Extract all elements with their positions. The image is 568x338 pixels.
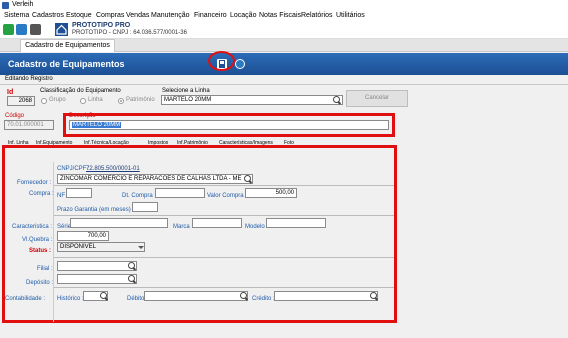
debito-field[interactable] (144, 291, 248, 301)
radio-grupo-label: Grupo (49, 97, 66, 103)
search-icon[interactable] (333, 96, 340, 103)
search-icon[interactable] (370, 292, 377, 299)
contabilidade-label: Contabilidade : (5, 296, 46, 302)
nf-field[interactable] (66, 188, 92, 198)
menu-estoque[interactable]: Estoque (66, 12, 92, 19)
codigo-field: 70.01.000001 (4, 120, 54, 130)
menu-bar: Sistema Cadastros Estoque Compras Vendas… (0, 11, 568, 21)
historico-label: Histórico : (57, 296, 84, 302)
radio-patrimonio[interactable] (118, 98, 124, 104)
radio-linha-label: Linha (88, 97, 103, 103)
tab-cadastro-equipamentos[interactable]: Cadastro de Equipamentos (20, 39, 115, 52)
window-title: Verleih (12, 1, 34, 8)
menu-manutencao[interactable]: Manutenção (151, 12, 190, 19)
menu-compras[interactable]: Compras (96, 12, 124, 19)
app-icon (2, 2, 9, 9)
deposito-label: Depósito : (26, 280, 54, 286)
caracteristica-label: Caracteristica : (12, 224, 53, 230)
search-icon[interactable] (128, 262, 135, 269)
serie-field[interactable] (70, 218, 168, 228)
skype-icon[interactable] (16, 24, 27, 35)
editing-tab-label: Editando Registro (5, 76, 53, 82)
prazo-field[interactable] (132, 202, 158, 212)
marca-field[interactable] (192, 218, 242, 228)
prazo-label: Prazo Garantia (em meses) : (57, 207, 135, 213)
menu-locacao[interactable]: Locação (230, 12, 256, 19)
label-column-divider (53, 162, 54, 322)
linha-select[interactable]: MARTELO 20MM (161, 95, 343, 105)
refresh-icon[interactable] (235, 59, 245, 69)
credito-label: Crédito : (252, 296, 275, 302)
id-field: 2068 (7, 96, 35, 106)
form-header: Cadastro de Equipamentos (0, 53, 568, 75)
menu-sistema[interactable]: Sistema (4, 12, 29, 19)
search-icon[interactable] (244, 175, 251, 182)
vlquebra-label: Vl.Quebra : (22, 237, 53, 243)
page-title: Cadastro de Equipamentos (8, 59, 125, 69)
menu-notas-fiscais[interactable]: Notas Fiscais (259, 12, 301, 19)
filial-label: Filial : (37, 266, 53, 272)
menu-utilitarios[interactable]: Utilitários (336, 12, 365, 19)
brand-name: PROTOTIPO PRO (72, 22, 131, 29)
fornecedor-field[interactable]: ZINCOMAR COMERCIO E REPARACOES DE CALHAS… (57, 174, 253, 184)
editing-tab: Editando Registro (0, 75, 568, 85)
status-label: Status : (29, 248, 52, 254)
menu-cadastros[interactable]: Cadastros (32, 12, 64, 19)
search-icon[interactable] (240, 292, 247, 299)
brand-cnpj: PROTOTIPO - CNPJ : 64.036.577/0001-36 (72, 30, 187, 36)
separator (54, 257, 394, 258)
separator (54, 185, 394, 186)
menu-financeiro[interactable]: Financeiro (194, 12, 227, 19)
monitor-icon[interactable] (30, 24, 41, 35)
linha-label: Selecione a Linha (162, 88, 210, 94)
cnpj-value[interactable]: 72.805.500/0001-01 (86, 166, 140, 172)
modelo-field[interactable] (266, 218, 326, 228)
fornecedor-label: Fornecedor : (17, 180, 52, 186)
search-icon[interactable] (128, 275, 135, 282)
modelo-label: Modelo : (245, 224, 269, 230)
menu-relatorios[interactable]: Relatórios (301, 12, 333, 19)
vlquebra-field[interactable]: 700,00 (57, 231, 109, 241)
chevron-down-icon[interactable] (138, 246, 144, 249)
classificacao-label: Classificação do Equipamento (40, 88, 121, 94)
search-icon[interactable] (100, 292, 107, 299)
separator (54, 215, 394, 216)
home-icon[interactable] (55, 23, 68, 36)
dt-compra-label: Dt. Compra : (122, 193, 157, 199)
cancel-button[interactable]: Cancelar (346, 90, 408, 107)
filial-field[interactable] (57, 261, 137, 271)
radio-linha[interactable] (80, 98, 86, 104)
cnpj-label: CNPJ/CPF : (57, 166, 90, 172)
save-highlight-circle (208, 51, 235, 71)
separator (54, 287, 394, 288)
compra-label: Compra : (29, 191, 54, 197)
dt-compra-field[interactable] (155, 188, 205, 198)
descricao-highlight-box (63, 113, 395, 137)
id-label: Id (7, 89, 14, 96)
valor-compra-field[interactable]: 500,00 (245, 188, 297, 198)
marca-label: Marca : (173, 224, 194, 230)
credito-field[interactable] (274, 291, 378, 301)
window-title-bar: Verleih (0, 0, 568, 11)
whatsapp-icon[interactable] (3, 24, 14, 35)
radio-patrimonio-label: Patrimônio (126, 97, 155, 103)
codigo-label: Código (5, 113, 25, 119)
deposito-field[interactable] (57, 274, 137, 284)
menu-vendas[interactable]: Vendas (126, 12, 149, 19)
status-select[interactable]: DISPONIVEL (57, 242, 145, 252)
radio-grupo[interactable] (41, 98, 47, 104)
valor-compra-label: Valor Compra : (207, 193, 247, 199)
